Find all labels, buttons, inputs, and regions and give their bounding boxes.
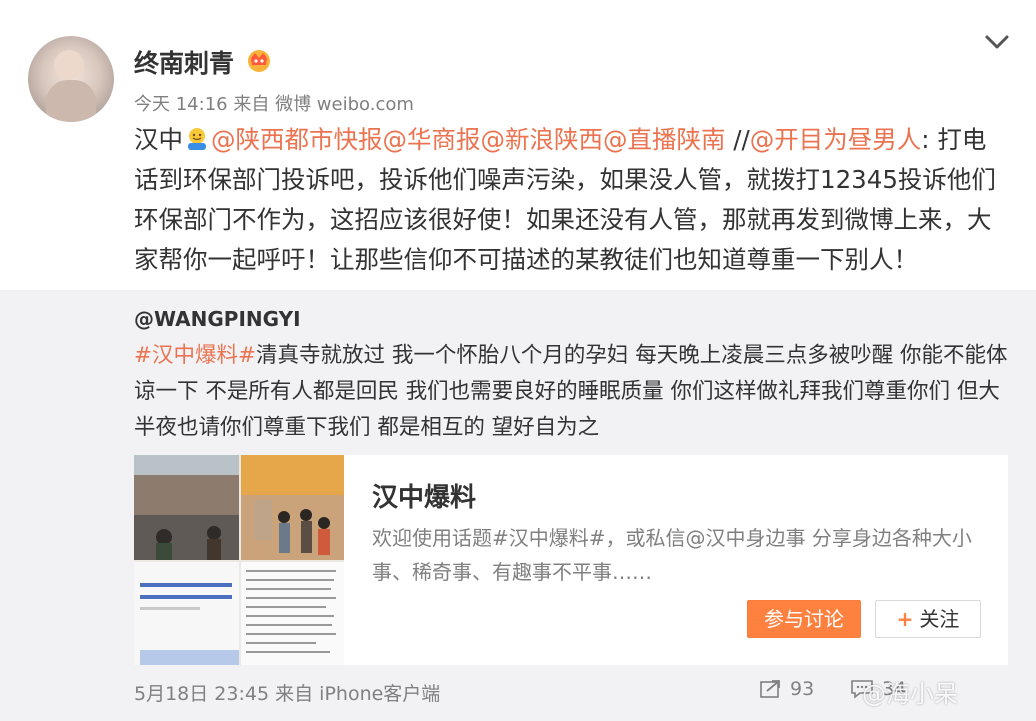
hug-emoji-icon <box>188 128 206 150</box>
follow-label: 关注 <box>919 607 960 631</box>
repost-username[interactable]: @WANGPINGYI <box>134 307 301 331</box>
topic-link[interactable]: #汉中爆料# <box>134 343 256 368</box>
repost-separator: // <box>725 125 750 154</box>
mention-link[interactable]: @开目为昼男人 <box>750 125 922 154</box>
join-discussion-button[interactable]: 参与讨论 <box>747 600 861 638</box>
topic-thumbnail-image[interactable] <box>134 455 344 665</box>
post-username[interactable]: 终南刺青 <box>134 44 234 80</box>
forward-icon <box>760 680 780 698</box>
post-text-lead: 汉中 <box>134 125 183 154</box>
mention-link[interactable]: @新浪陕西 <box>481 125 604 154</box>
post-text: 汉中 @陕西都市快报@华商报@新浪陕西@直播陕南 //@开目为昼男人: 打电话到环… <box>134 120 1004 280</box>
watermark: @海小呆 <box>862 680 958 708</box>
chevron-down-icon[interactable] <box>983 32 1011 52</box>
forward-button[interactable]: 93 <box>760 678 814 700</box>
post-source[interactable]: 微博 weibo.com <box>275 94 414 115</box>
repost-source[interactable]: iPhone客户端 <box>319 683 440 705</box>
repost-source-prefix: 来自 <box>275 683 314 705</box>
repost-body-text: 清真寺就放过 我一个怀胎八个月的孕妇 每天晚上凌晨三点多被吵醒 你能不能体谅一下… <box>134 343 1008 440</box>
vip-crown-icon[interactable] <box>245 46 273 74</box>
post-time[interactable]: 今天 14:16 <box>134 94 228 115</box>
repost-meta: 5月18日 23:45 来自 iPhone客户端 <box>134 679 440 706</box>
repost-text: #汉中爆料#清真寺就放过 我一个怀胎八个月的孕妇 每天晚上凌晨三点多被吵醒 你能… <box>134 338 1014 446</box>
follow-button[interactable]: + 关注 <box>875 600 981 638</box>
avatar[interactable] <box>28 36 114 122</box>
topic-card[interactable]: 汉中爆料 欢迎使用话题#汉中爆料#，或私信@汉中身边事 分享身边各种大小事、稀奇… <box>134 455 1008 665</box>
topic-card-description: 欢迎使用话题#汉中爆料#，或私信@汉中身边事 分享身边各种大小事、稀奇事、有趣事… <box>372 526 972 584</box>
topic-card-title[interactable]: 汉中爆料 <box>372 477 476 514</box>
mention-link[interactable]: @华商报 <box>383 125 481 154</box>
mention-link[interactable]: @直播陕南 <box>603 125 726 154</box>
mention-link[interactable]: @陕西都市快报 <box>211 125 383 154</box>
post-source-prefix: 来自 <box>233 94 270 115</box>
post-meta: 今天 14:16 来自 微博 weibo.com <box>134 90 414 116</box>
repost-date[interactable]: 5月18日 23:45 <box>134 683 269 705</box>
forward-count: 93 <box>790 678 815 700</box>
reposted-content: @WANGPINGYI #汉中爆料#清真寺就放过 我一个怀胎八个月的孕妇 每天晚… <box>0 290 1036 721</box>
weibo-post-card: 终南刺青 今天 14:16 来自 微博 weibo.com 汉中 @陕西都市快报@… <box>0 0 1036 721</box>
plus-icon: + <box>896 607 914 631</box>
